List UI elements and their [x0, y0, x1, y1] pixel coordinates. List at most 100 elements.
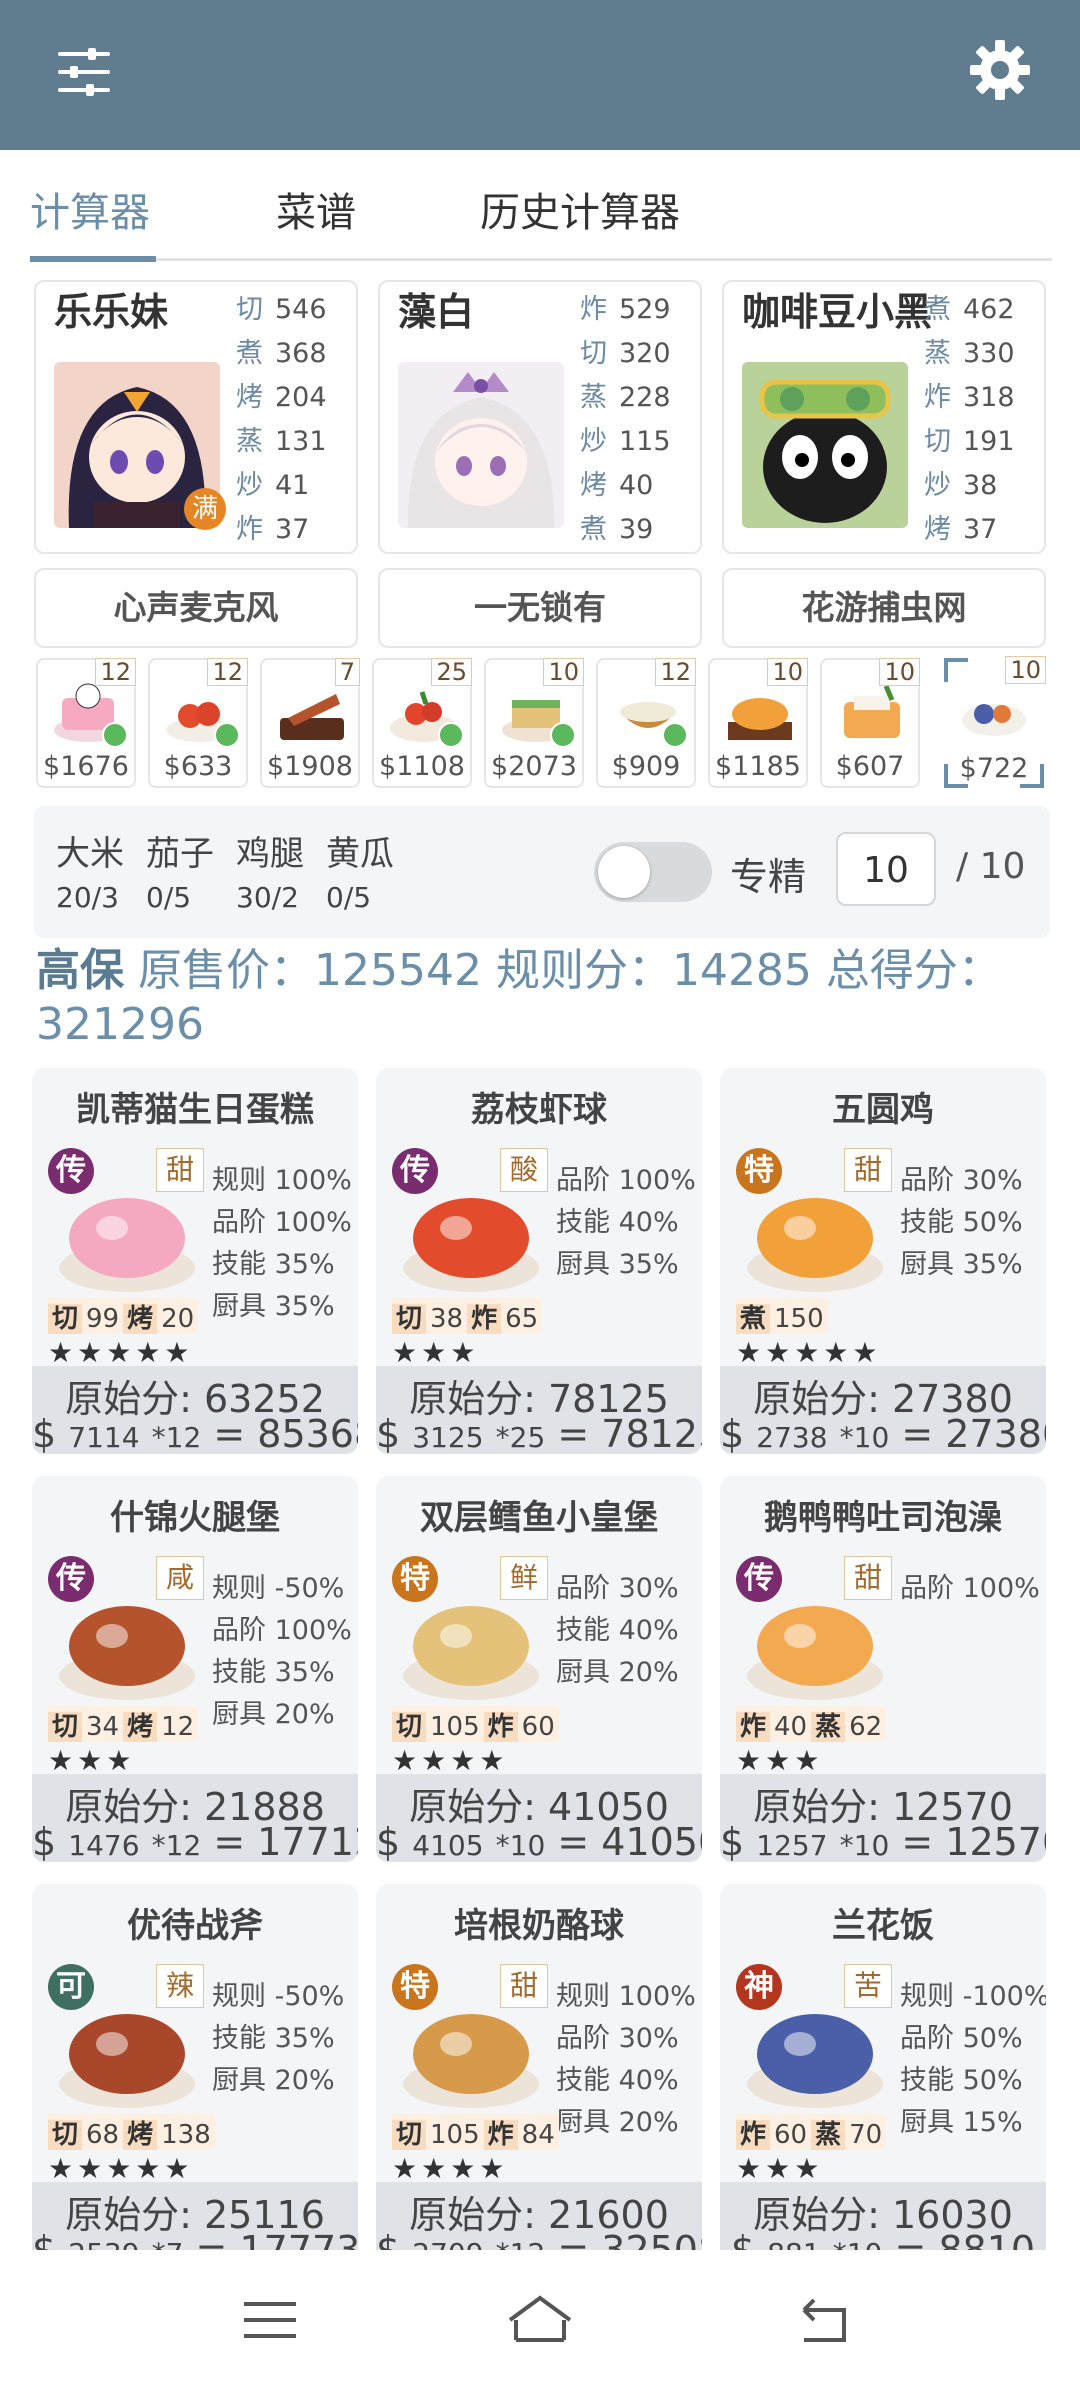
price-calculation: $ 3125 *25 = 78125 [376, 1412, 702, 1454]
maxed-badge: 满 [184, 488, 226, 530]
recipe-card[interactable]: 培根奶酪球 特 甜 规则 100% 品阶 30% 技能 40% 厨具 20% 切 105… [376, 1884, 702, 2270]
taste-tag: 甜 [156, 1148, 204, 1192]
taste-tag: 苦 [844, 1964, 892, 2008]
bonus-line: 品阶 100% [212, 1615, 352, 1646]
tab-recipes[interactable]: 菜谱 [276, 180, 356, 238]
skill-value: 12 [161, 1712, 195, 1742]
recipe-card[interactable]: 五圆鸡 特 甜 品阶 30% 技能 50% 厨具 35% 煮 150 ★★★★★ 原始… [720, 1068, 1046, 1454]
bonus-line: 规则 100% [556, 1981, 696, 2012]
chef-name: 藻白 [398, 290, 475, 334]
dish-thumb-1[interactable]: 12 $1676 [36, 658, 136, 788]
taste-tag: 甜 [844, 1148, 892, 1192]
skill-key: 炸 [736, 1712, 771, 1742]
chef-card-3[interactable]: 咖啡豆小黑 煮 462 蒸 330 炸 318 切 191 炒 38 烤 37 [722, 280, 1046, 554]
home-icon[interactable] [500, 2280, 580, 2360]
recipe-card[interactable]: 凯蒂猫生日蛋糕 传 甜 规则 100% 品阶 100% 技能 35% 厨具 35% 切… [32, 1068, 358, 1454]
chef-card-2[interactable]: 藻白 炸 529 切 320 蒸 228 炒 115 烤 40 煮 39 [378, 280, 702, 554]
star-rating: ★★★ [736, 1744, 824, 1777]
ingredient-item: 鸡腿 30/2 [236, 834, 304, 914]
rarity-badge: 传 [736, 1556, 782, 1602]
skill-requirements: 切 68 烤 138 [48, 2114, 215, 2150]
bonus-list: 规则 100% 品阶 30% 技能 40% 厨具 20% [556, 1976, 696, 2144]
bonus-line: 品阶 50% [900, 2023, 1023, 2054]
ingredients-panel: 大米 20/3 茄子 0/5 鸡腿 30/2 黄瓜 0/5 专精 10 / 10 [34, 806, 1050, 938]
bonus-line: 规则 -50% [212, 1981, 345, 2012]
score-box: 原始分: 41050 $ 4105 *10 = 41050 [376, 1774, 702, 1862]
taste-tag: 鲜 [500, 1556, 548, 1600]
equip-slot-3[interactable]: 花游捕虫网 [722, 568, 1046, 648]
recipe-title: 兰花饭 [832, 1906, 934, 1946]
stat-row: 切 546 [236, 294, 327, 325]
chef-name: 咖啡豆小黑 [742, 290, 933, 334]
bonus-line: 规则 -50% [212, 1573, 345, 1604]
dish-thumb-3[interactable]: 7 $1908 [260, 658, 360, 788]
recipe-title: 鹅鸭鸭吐司泡澡 [764, 1498, 1002, 1538]
gear-icon[interactable] [968, 38, 1032, 102]
bonus-line: 品阶 30% [556, 1573, 679, 1604]
recipe-card[interactable]: 鹅鸭鸭吐司泡澡 传 甜 品阶 100% 炸 40 蒸 62 ★★★ 原始分: 1257… [720, 1476, 1046, 1862]
recipe-card[interactable]: 什锦火腿堡 传 咸 规则 -50% 品阶 100% 技能 35% 厨具 20% 切 34… [32, 1476, 358, 1862]
dish-thumb-5[interactable]: 10 $2073 [484, 658, 584, 788]
price-calculation: $ 1257 *10 = 12570 [720, 1820, 1046, 1862]
skill-key: 切 [392, 1304, 427, 1334]
price-calculation: $ 7114 *12 = 85368 [32, 1412, 358, 1454]
bonus-line: 规则 100% [212, 1165, 352, 1196]
rarity-badge: 特 [736, 1148, 782, 1194]
rarity-badge: 特 [392, 1556, 438, 1602]
dish-thumb-6[interactable]: 12 $909 [596, 658, 696, 788]
bonus-line: 厨具 20% [556, 2107, 679, 2138]
star-rating: ★★★★ [392, 2152, 509, 2185]
selection-corner [944, 658, 968, 682]
price-calculation: $ 2738 *10 = 27380 [720, 1412, 1046, 1454]
dish-price: $1676 [43, 751, 129, 782]
bonus-list: 规则 -100% 品阶 50% 技能 50% 厨具 15% [900, 1976, 1046, 2144]
sliders-icon[interactable] [56, 44, 112, 100]
tab-indicator [30, 256, 156, 262]
recipe-title: 荔枝虾球 [471, 1090, 607, 1130]
specialization-toggle[interactable] [594, 842, 712, 902]
dish-thumb-7[interactable]: 10 $1185 [708, 658, 808, 788]
dish-count: 12 [95, 658, 136, 686]
recipe-card[interactable]: 荔枝虾球 传 酸 品阶 100% 技能 40% 厨具 35% 切 38 炸 65 ★★★ … [376, 1068, 702, 1454]
stat-row: 蒸 330 [924, 338, 1015, 369]
dish-count: 12 [655, 658, 696, 686]
bonus-list: 规则 -50% 品阶 100% 技能 35% 厨具 20% [212, 1568, 352, 1736]
specialization-input[interactable]: 10 [836, 832, 936, 906]
tab-calculator[interactable]: 计算器 [30, 180, 150, 238]
skill-key: 蒸 [811, 1712, 846, 1742]
dish-thumb-2[interactable]: 12 $633 [148, 658, 248, 788]
recipe-card[interactable]: 优待战斧 可 辣 规则 -50% 技能 35% 厨具 20% 切 68 烤 138 ★★★… [32, 1884, 358, 2270]
stat-row: 煮 39 [580, 514, 654, 545]
skill-requirements: 切 34 烤 12 [48, 1706, 199, 1742]
stat-row: 煮 462 [924, 294, 1015, 325]
recipe-card[interactable]: 双层鳕鱼小皇堡 特 鲜 品阶 30% 技能 40% 厨具 20% 切 105 炸 60 ★… [376, 1476, 702, 1862]
tab-track [30, 258, 1052, 261]
bonus-line: 品阶 100% [212, 1207, 352, 1238]
stat-row: 炒 41 [236, 470, 310, 501]
skill-requirements: 炸 40 蒸 62 [736, 1706, 887, 1742]
back-icon[interactable] [784, 2280, 864, 2360]
check-icon [550, 722, 576, 748]
recipe-card[interactable]: 兰花饭 神 苦 规则 -100% 品阶 50% 技能 50% 厨具 15% 炸 60 蒸 7… [720, 1884, 1046, 2270]
recipe-title: 五圆鸡 [832, 1090, 934, 1130]
top-app-bar [0, 0, 1080, 150]
chef-card-1[interactable]: 乐乐妹 满 切 546 煮 368 烤 204 蒸 131 炒 41 炸 37 [34, 280, 358, 554]
menu-icon[interactable] [230, 2280, 310, 2360]
bonus-list: 品阶 100% [900, 1568, 1040, 1610]
bonus-line: 技能 40% [556, 1615, 679, 1646]
dish-thumb-9-selected[interactable]: 10 $722 [944, 656, 1046, 788]
skill-value: 105 [430, 1712, 480, 1742]
tab-history-calculator[interactable]: 历史计算器 [480, 180, 680, 238]
skill-requirements: 煮 150 [736, 1298, 828, 1334]
dish-price: $607 [835, 751, 905, 782]
bonus-line: 规则 -100% [900, 1981, 1046, 2012]
bonus-list: 品阶 30% 技能 40% 厨具 20% [556, 1568, 679, 1694]
dish-thumb-8[interactable]: 10 $607 [820, 658, 920, 788]
skill-key: 烤 [123, 1712, 158, 1742]
bonus-line: 技能 50% [900, 1207, 1023, 1238]
ingredient-item: 茄子 0/5 [146, 834, 214, 914]
equip-slot-2[interactable]: 一无锁有 [378, 568, 702, 648]
equip-slot-1[interactable]: 心声麦克风 [34, 568, 358, 648]
specialization-max: / 10 [956, 846, 1026, 887]
dish-thumb-4[interactable]: 25 $1108 [372, 658, 472, 788]
